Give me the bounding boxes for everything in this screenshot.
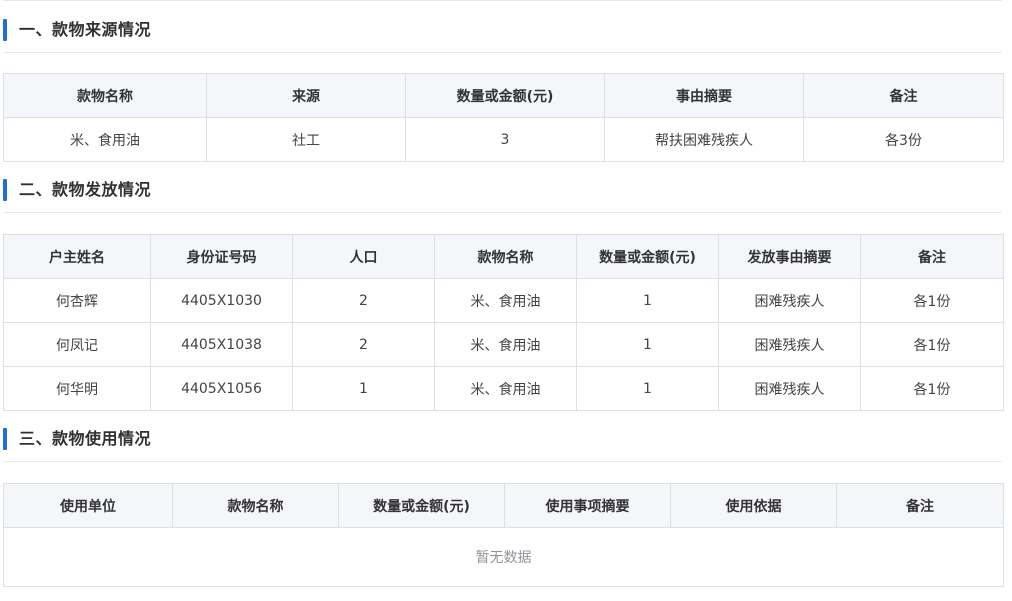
table-row: 何华明 4405X1056 1 米、食用油 1 困难残疾人 各1份 <box>3 366 1004 411</box>
table-cell: 3 <box>405 117 605 162</box>
table-cell: 米、食用油 <box>434 366 577 411</box>
column-header: 身份证号码 <box>150 234 293 279</box>
column-header: 使用单位 <box>3 483 173 528</box>
table-row: 何杏辉 4405X1030 2 米、食用油 1 困难残疾人 各1份 <box>3 278 1004 323</box>
column-header: 来源 <box>206 73 406 118</box>
table-cell: 社工 <box>206 117 406 162</box>
column-header: 使用事项摘要 <box>504 483 671 528</box>
empty-state-text: 暂无数据 <box>3 527 1004 587</box>
table-cell: 米、食用油 <box>434 278 577 323</box>
table-cell: 何杏辉 <box>3 278 151 323</box>
usage-table: 使用单位 款物名称 数量或金额(元) 使用事项摘要 使用依据 备注 暂无数据 <box>3 483 1004 587</box>
column-header: 备注 <box>836 483 1004 528</box>
column-header: 备注 <box>860 234 1004 279</box>
section-accent-bar <box>3 179 7 201</box>
column-header: 款物名称 <box>3 73 207 118</box>
table-cell: 1 <box>292 366 435 411</box>
section-header-source: 一、款物来源情况 <box>3 9 1002 53</box>
table-cell: 4405X1056 <box>150 366 293 411</box>
table-cell: 米、食用油 <box>434 322 577 367</box>
section-accent-bar <box>3 19 7 41</box>
section-title-distribution: 二、款物发放情况 <box>19 180 152 199</box>
table-header-row: 款物名称 来源 数量或金额(元) 事由摘要 备注 <box>3 73 1004 118</box>
table-cell: 各3份 <box>803 117 1004 162</box>
table-header-row: 户主姓名 身份证号码 人口 款物名称 数量或金额(元) 发放事由摘要 备注 <box>3 234 1004 279</box>
table-cell: 1 <box>576 278 719 323</box>
column-header: 款物名称 <box>172 483 339 528</box>
column-header: 数量或金额(元) <box>405 73 605 118</box>
section-accent-bar <box>3 428 7 450</box>
column-header: 款物名称 <box>434 234 577 279</box>
table-cell: 困难残疾人 <box>718 322 861 367</box>
table-cell: 4405X1038 <box>150 322 293 367</box>
table-cell: 2 <box>292 322 435 367</box>
section-header-distribution: 二、款物发放情况 <box>3 169 1002 213</box>
column-header: 户主姓名 <box>3 234 151 279</box>
column-header: 备注 <box>803 73 1004 118</box>
table-cell: 困难残疾人 <box>718 366 861 411</box>
table-cell: 困难残疾人 <box>718 278 861 323</box>
section-title-usage: 三、款物使用情况 <box>19 429 152 448</box>
table-row: 米、食用油 社工 3 帮扶困难残疾人 各3份 <box>3 117 1004 162</box>
empty-row: 暂无数据 <box>3 527 1004 587</box>
table-cell: 帮扶困难残疾人 <box>604 117 804 162</box>
table-cell: 何凤记 <box>3 322 151 367</box>
table-cell: 1 <box>576 366 719 411</box>
table-cell: 米、食用油 <box>3 117 207 162</box>
source-table: 款物名称 来源 数量或金额(元) 事由摘要 备注 米、食用油 社工 3 帮扶困难… <box>3 73 1004 162</box>
distribution-table: 户主姓名 身份证号码 人口 款物名称 数量或金额(元) 发放事由摘要 备注 何杏… <box>3 234 1004 411</box>
table-cell: 4405X1030 <box>150 278 293 323</box>
column-header: 人口 <box>292 234 435 279</box>
column-header: 使用依据 <box>670 483 837 528</box>
section-title-source: 一、款物来源情况 <box>19 20 152 39</box>
table-cell: 各1份 <box>860 278 1004 323</box>
column-header: 数量或金额(元) <box>338 483 505 528</box>
section-header-usage: 三、款物使用情况 <box>3 418 1002 462</box>
table-cell: 2 <box>292 278 435 323</box>
column-header: 事由摘要 <box>604 73 804 118</box>
table-cell: 1 <box>576 322 719 367</box>
table-header-row: 使用单位 款物名称 数量或金额(元) 使用事项摘要 使用依据 备注 <box>3 483 1004 528</box>
table-cell: 何华明 <box>3 366 151 411</box>
table-cell: 各1份 <box>860 322 1004 367</box>
column-header: 数量或金额(元) <box>576 234 719 279</box>
top-divider <box>3 0 1002 1</box>
column-header: 发放事由摘要 <box>718 234 861 279</box>
table-row: 何凤记 4405X1038 2 米、食用油 1 困难残疾人 各1份 <box>3 322 1004 367</box>
table-cell: 各1份 <box>860 366 1004 411</box>
